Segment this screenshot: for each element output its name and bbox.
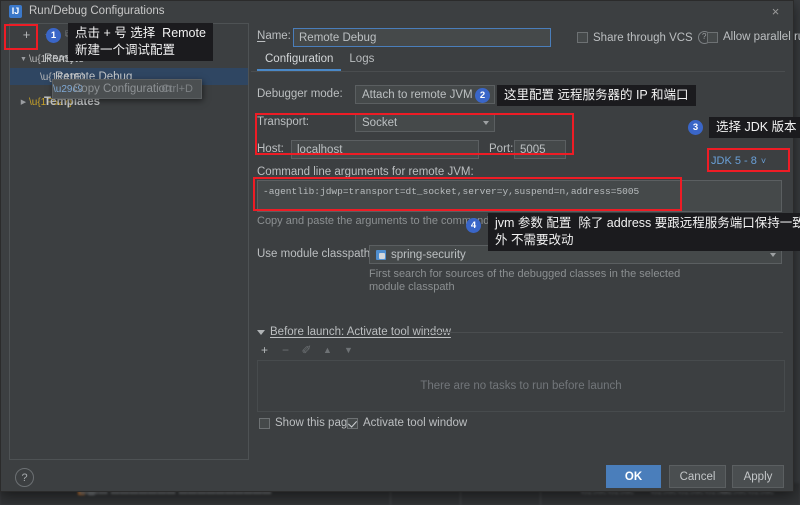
- remote-config-icon: \u{1F5A5}: [29, 53, 74, 65]
- chevron-down-icon: [770, 252, 776, 257]
- cmdline-label: Command line arguments for remote JVM:: [257, 166, 474, 178]
- allow-parallel-run-checkbox[interactable]: Allow parallel run: [707, 31, 800, 43]
- share-through-vcs-label: Share through VCS: [593, 31, 693, 44]
- move-task-up-button[interactable]: ▲: [322, 345, 333, 355]
- tab-configuration[interactable]: Configuration: [257, 53, 342, 71]
- context-menu-shortcut: Ctrl+D: [161, 83, 193, 95]
- tab-divider: [251, 71, 785, 72]
- add-configuration-button[interactable]: +: [18, 27, 35, 43]
- ok-button[interactable]: OK: [606, 465, 661, 488]
- module-icon: [376, 249, 386, 260]
- before-launch-label: Before launch: Activate tool window: [270, 326, 451, 338]
- dialog-title: Run/Debug Configurations: [29, 5, 165, 17]
- move-task-down-button[interactable]: ▼: [343, 345, 354, 355]
- add-task-button[interactable]: +: [259, 343, 270, 357]
- transport-label: Transport:: [257, 116, 309, 128]
- show-this-page-label: Show this page: [275, 417, 354, 429]
- annotation-callout-1: 点击 + 号 选择 Remote 新建一个调试配置: [68, 23, 213, 61]
- annotation-badge-1: 1: [46, 28, 61, 43]
- before-launch-empty-text: There are no tasks to run before launch: [420, 380, 622, 392]
- host-row: Host:: [257, 143, 284, 155]
- edit-task-button[interactable]: ✐: [301, 343, 312, 357]
- module-classpath-hint-line2: module classpath: [369, 281, 455, 293]
- cmdline-value: -agentlib:jdwp=transport=dt_socket,serve…: [263, 186, 640, 197]
- checkbox-box: [707, 31, 718, 43]
- help-button[interactable]: ?: [15, 468, 34, 487]
- configurations-tree-pane: + − ⧉ ↓ ▲ ▼ ⇅ ▼ \u{1F5A5} Remote \u{1F41…: [9, 23, 249, 460]
- transport-value: Socket: [362, 116, 398, 129]
- transport-select[interactable]: Socket: [355, 113, 495, 132]
- port-label: Port:: [489, 143, 514, 155]
- wrench-icon: \u{1F527}: [29, 96, 73, 108]
- debugger-mode-row: Debugger mode:: [257, 88, 343, 100]
- activate-tool-window-label: Activate tool window: [363, 417, 468, 429]
- host-input[interactable]: localhost: [291, 140, 479, 159]
- before-launch-task-list[interactable]: There are no tasks to run before launch: [257, 360, 785, 412]
- jdk-version-label: JDK 5 - 8: [711, 155, 757, 167]
- checkbox-box: [347, 417, 358, 429]
- intellij-idea-icon: IJ: [9, 5, 22, 18]
- name-row: NName:ame:: [257, 30, 291, 42]
- checkbox-box: [577, 32, 588, 43]
- allow-parallel-run-label: Allow parallel run: [723, 31, 800, 43]
- screen: g g | . ▬▬▬ ▬▬▬▬▬▬▬ ▬▬▬▬▬▬▬▬▬▬ \u25ac\u2…: [0, 0, 800, 505]
- port-row: Port:: [489, 143, 513, 155]
- copy-icon: \u29c9: [53, 83, 84, 95]
- tab-logs[interactable]: Logs: [341, 53, 382, 71]
- before-launch-toolbar: + − ✐ ▲ ▼: [259, 343, 354, 357]
- port-input[interactable]: 5005: [514, 140, 566, 159]
- debugger-mode-select[interactable]: Attach to remote JVM: [355, 85, 495, 104]
- activate-tool-window-checkbox[interactable]: Activate tool window: [347, 417, 467, 429]
- remove-task-button[interactable]: −: [280, 343, 291, 357]
- context-menu-item-copy-configuration[interactable]: Copy Configuration: [73, 83, 171, 95]
- context-menu: \u29c9 Copy Configuration Ctrl+D: [52, 79, 202, 99]
- module-classpath-hint-line1: First search for sources of the debugged…: [369, 268, 681, 280]
- annotation-callout-3: 选择 JDK 版本: [709, 117, 800, 138]
- chevron-down-icon[interactable]: ▼: [18, 56, 29, 63]
- debugger-mode-label: Debugger mode:: [257, 88, 343, 100]
- checkbox-box: [259, 417, 270, 429]
- share-through-vcs-checkbox[interactable]: Share through VCS ?: [577, 31, 711, 44]
- cmdline-textarea[interactable]: -agentlib:jdwp=transport=dt_socket,serve…: [257, 180, 782, 212]
- module-classpath-row: Use module classpath:: [257, 248, 373, 260]
- chevron-down-icon: [483, 120, 489, 125]
- jdk-version-selector[interactable]: JDK 5 - 8 ˅: [711, 155, 766, 167]
- cancel-button[interactable]: Cancel: [669, 465, 726, 488]
- host-label: Host:: [257, 143, 284, 155]
- before-launch-header[interactable]: Before launch: Activate tool window: [257, 326, 451, 338]
- close-icon[interactable]: ×: [768, 4, 783, 19]
- apply-button[interactable]: Apply: [732, 465, 784, 488]
- chevron-down-icon: ˅: [760, 156, 767, 166]
- port-input-value: 5005: [520, 143, 546, 156]
- dialog-titlebar: IJ Run/Debug Configurations ×: [1, 1, 793, 23]
- annotation-badge-4: 4: [466, 218, 481, 233]
- module-classpath-label: Use module classpath:: [257, 248, 374, 260]
- annotation-callout-2: 这里配置 远程服务器的 IP 和端口: [497, 85, 696, 106]
- debugger-mode-value: Attach to remote JVM: [362, 88, 473, 101]
- show-this-page-checkbox[interactable]: Show this page: [259, 417, 354, 429]
- host-input-value: localhost: [297, 143, 343, 156]
- name-label: NName:ame:: [257, 30, 291, 42]
- module-classpath-value: spring-security: [391, 248, 466, 261]
- name-input[interactable]: Remote Debug: [293, 28, 551, 47]
- cmdline-label-row: Command line arguments for remote JVM:: [257, 166, 474, 178]
- transport-row: Transport:: [257, 116, 309, 128]
- annotation-callout-4: jvm 参数 配置 除了 address 要跟远程服务端口保持一致 外 不需要改…: [488, 213, 800, 251]
- name-input-value: Remote Debug: [299, 31, 377, 44]
- config-tabs: Configuration Logs: [257, 53, 382, 71]
- chevron-right-icon[interactable]: ▶: [18, 98, 29, 106]
- annotation-badge-2: 2: [475, 88, 490, 103]
- annotation-badge-3: 3: [688, 120, 703, 135]
- configurations-tree: ▼ \u{1F5A5} Remote \u{1F41E} Remote Debu…: [10, 46, 248, 459]
- chevron-down-icon: [257, 329, 265, 335]
